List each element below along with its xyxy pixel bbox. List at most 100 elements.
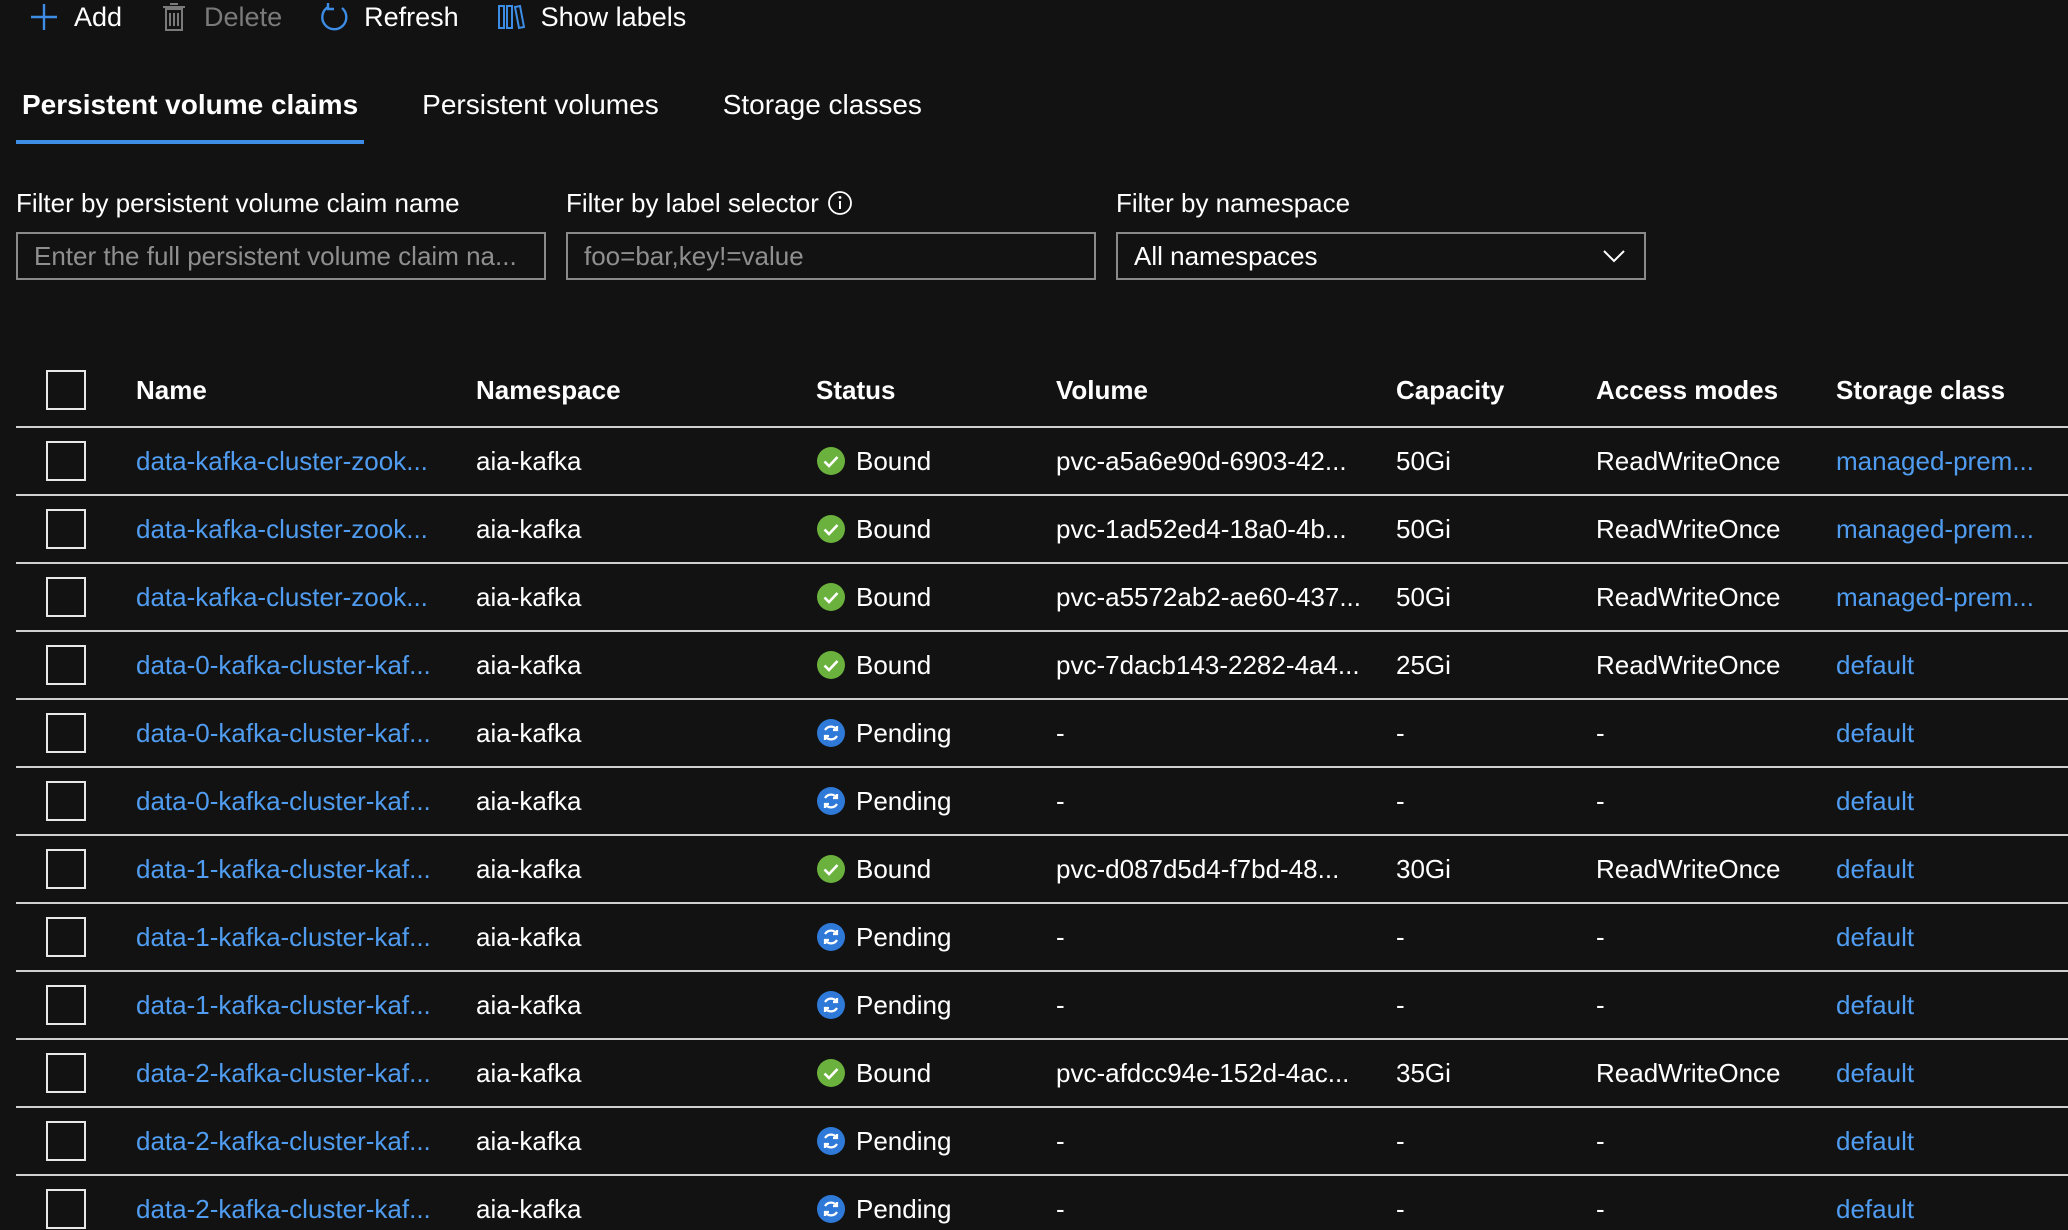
status-cell: Bound: [816, 564, 931, 630]
row-checkbox-cell: [46, 496, 86, 562]
table-row[interactable]: data-2-kafka-cluster-kaf... aia-kafka Pend…: [16, 1176, 2068, 1230]
table-row[interactable]: data-kafka-cluster-zook... aia-kafka Bound…: [16, 496, 2068, 564]
header-storage-class[interactable]: Storage class: [1836, 354, 2005, 426]
storage-class-link[interactable]: default: [1836, 836, 1914, 902]
check-circle-icon: [816, 446, 846, 476]
status-text: Pending: [856, 1125, 952, 1156]
pvc-name-link[interactable]: data-2-kafka-cluster-kaf...: [136, 1040, 431, 1106]
status-text: Pending: [856, 1193, 952, 1224]
table-row[interactable]: data-0-kafka-cluster-kaf... aia-kafka Pend…: [16, 768, 2068, 836]
row-checkbox[interactable]: [46, 1189, 86, 1229]
volume-cell: pvc-a5a6e90d-6903-42...: [1056, 445, 1347, 476]
storage-class-link[interactable]: default: [1836, 1040, 1914, 1106]
pvc-name-link[interactable]: data-2-kafka-cluster-kaf...: [136, 1176, 431, 1230]
capacity-cell: 30Gi: [1396, 853, 1451, 884]
header-namespace[interactable]: Namespace: [476, 354, 621, 426]
pvc-name-link[interactable]: data-1-kafka-cluster-kaf...: [136, 836, 431, 902]
table-row[interactable]: data-0-kafka-cluster-kaf... aia-kafka Pend…: [16, 700, 2068, 768]
check-circle-icon: [816, 650, 846, 680]
tab-persistent-volume-claims[interactable]: Persistent volume claims: [16, 84, 365, 144]
access-modes-cell: ReadWriteOnce: [1596, 513, 1781, 544]
info-icon[interactable]: [827, 190, 853, 216]
pvc-name-link[interactable]: data-1-kafka-cluster-kaf...: [136, 904, 431, 970]
table-row[interactable]: data-0-kafka-cluster-kaf... aia-kafka Boun…: [16, 632, 2068, 700]
pvc-name-link[interactable]: data-2-kafka-cluster-kaf...: [136, 1108, 431, 1174]
row-checkbox[interactable]: [46, 645, 86, 685]
storage-class-link[interactable]: default: [1836, 700, 1914, 766]
status-cell: Pending: [816, 768, 951, 834]
row-checkbox[interactable]: [46, 441, 86, 481]
access-modes-cell: -: [1596, 921, 1605, 952]
namespace-cell: aia-kafka: [476, 513, 582, 544]
pvc-name-link[interactable]: data-1-kafka-cluster-kaf...: [136, 972, 431, 1038]
storage-class-link[interactable]: managed-prem...: [1836, 564, 2034, 630]
header-name[interactable]: Name: [136, 354, 207, 426]
refresh-icon: [318, 1, 350, 33]
refresh-button[interactable]: Refresh: [318, 0, 459, 34]
volume-cell: pvc-a5572ab2-ae60-437...: [1056, 581, 1362, 612]
tab-persistent-volumes[interactable]: Persistent volumes: [416, 84, 665, 144]
storage-class-link[interactable]: managed-prem...: [1836, 428, 2034, 494]
row-checkbox[interactable]: [46, 849, 86, 889]
row-checkbox[interactable]: [46, 1121, 86, 1161]
volume-cell: pvc-7dacb143-2282-4a4...: [1056, 649, 1360, 680]
storage-class-link[interactable]: default: [1836, 904, 1914, 970]
filter-label-input[interactable]: [566, 232, 1096, 280]
pvc-name-link[interactable]: data-0-kafka-cluster-kaf...: [136, 768, 431, 834]
storage-class-link[interactable]: default: [1836, 1108, 1914, 1174]
pvc-name-link[interactable]: data-0-kafka-cluster-kaf...: [136, 700, 431, 766]
row-checkbox[interactable]: [46, 1053, 86, 1093]
header-access-modes[interactable]: Access modes: [1596, 354, 1778, 426]
row-checkbox-cell: [46, 1176, 86, 1230]
row-checkbox[interactable]: [46, 577, 86, 617]
access-modes-cell: ReadWriteOnce: [1596, 445, 1781, 476]
delete-button-label: Delete: [204, 1, 283, 32]
capacity-cell: 50Gi: [1396, 581, 1451, 612]
volume-cell: -: [1056, 921, 1065, 952]
tab-storage-classes[interactable]: Storage classes: [717, 84, 928, 144]
status-text: Pending: [856, 717, 952, 748]
show-labels-button[interactable]: Show labels: [495, 0, 686, 34]
check-circle-icon: [816, 582, 846, 612]
header-status[interactable]: Status: [816, 354, 895, 426]
table-row[interactable]: data-1-kafka-cluster-kaf... aia-kafka Boun…: [16, 836, 2068, 904]
check-circle-icon: [816, 1058, 846, 1088]
namespace-cell: aia-kafka: [476, 785, 582, 816]
storage-class-link[interactable]: default: [1836, 972, 1914, 1038]
storage-class-link[interactable]: default: [1836, 1176, 1914, 1230]
header-capacity[interactable]: Capacity: [1396, 354, 1504, 426]
namespace-cell: aia-kafka: [476, 853, 582, 884]
header-volume[interactable]: Volume: [1056, 354, 1148, 426]
select-all-cell: [46, 354, 86, 426]
sync-icon: [816, 990, 846, 1020]
pvc-name-link[interactable]: data-kafka-cluster-zook...: [136, 428, 428, 494]
pvc-table: Name Namespace Status Volume Capacity Ac…: [16, 354, 2068, 1230]
row-checkbox[interactable]: [46, 985, 86, 1025]
row-checkbox[interactable]: [46, 781, 86, 821]
table-row[interactable]: data-2-kafka-cluster-kaf... aia-kafka Pend…: [16, 1108, 2068, 1176]
status-cell: Bound: [816, 836, 931, 902]
storage-class-link[interactable]: managed-prem...: [1836, 496, 2034, 562]
table-row[interactable]: data-kafka-cluster-zook... aia-kafka Bound…: [16, 428, 2068, 496]
filter-name-input[interactable]: [16, 232, 546, 280]
table-row[interactable]: data-1-kafka-cluster-kaf... aia-kafka Pend…: [16, 904, 2068, 972]
select-all-checkbox[interactable]: [46, 370, 86, 410]
toolbar: Add Delete Refresh Show labels: [28, 0, 722, 34]
pvc-name-link[interactable]: data-0-kafka-cluster-kaf...: [136, 632, 431, 698]
table-row[interactable]: data-1-kafka-cluster-kaf... aia-kafka Pend…: [16, 972, 2068, 1040]
row-checkbox[interactable]: [46, 917, 86, 957]
table-row[interactable]: data-2-kafka-cluster-kaf... aia-kafka Boun…: [16, 1040, 2068, 1108]
delete-button[interactable]: Delete: [158, 0, 282, 34]
namespace-cell: aia-kafka: [476, 1125, 582, 1156]
row-checkbox[interactable]: [46, 713, 86, 753]
namespace-select[interactable]: All namespaces: [1116, 232, 1646, 280]
storage-class-link[interactable]: default: [1836, 768, 1914, 834]
table-row[interactable]: data-kafka-cluster-zook... aia-kafka Bound…: [16, 564, 2068, 632]
storage-class-link[interactable]: default: [1836, 632, 1914, 698]
pvc-name-link[interactable]: data-kafka-cluster-zook...: [136, 496, 428, 562]
status-text: Bound: [856, 1057, 932, 1088]
capacity-cell: 35Gi: [1396, 1057, 1451, 1088]
row-checkbox[interactable]: [46, 509, 86, 549]
add-button[interactable]: Add: [28, 0, 122, 34]
pvc-name-link[interactable]: data-kafka-cluster-zook...: [136, 564, 428, 630]
